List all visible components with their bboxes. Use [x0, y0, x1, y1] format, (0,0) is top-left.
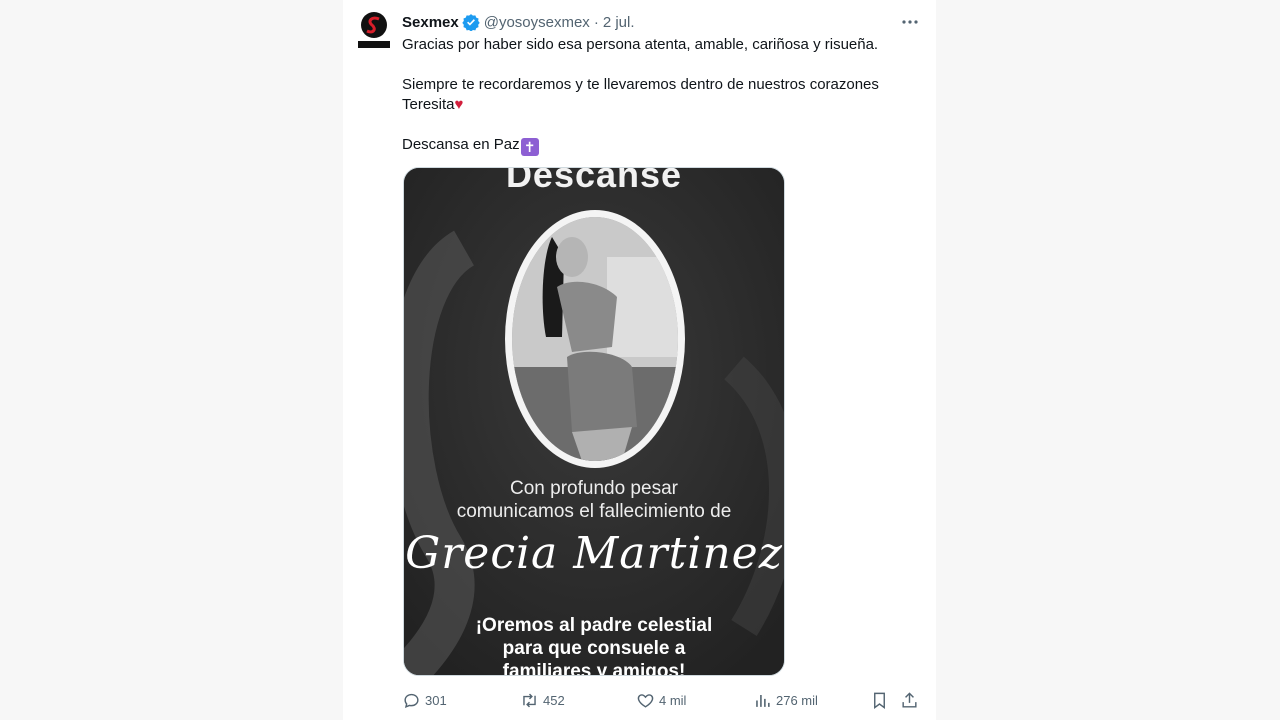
portrait-frame — [505, 210, 685, 468]
more-options-button[interactable] — [898, 10, 922, 34]
left-background — [0, 0, 343, 720]
image-line-1: Con profundo pesar — [510, 478, 678, 499]
image-name: Grecia Martinez — [405, 528, 783, 579]
image-line-2: comunicamos el fallecimiento de — [456, 501, 732, 522]
text-line-3: Teresita♥ — [402, 96, 464, 113]
text-line-4: Descansa en Paz ✝ — [402, 135, 922, 156]
repost-button[interactable]: 452 — [520, 688, 565, 712]
views-button[interactable]: 276 mil — [753, 688, 818, 712]
repost-icon — [523, 693, 536, 707]
like-count: 4 mil — [659, 692, 687, 708]
separator-dot: · — [593, 13, 599, 31]
author-name[interactable]: Sexmex — [402, 14, 459, 31]
author-handle[interactable]: @yosoysexmex — [484, 14, 590, 31]
reply-count: 301 — [425, 692, 447, 708]
heart-icon — [637, 693, 654, 708]
tweet-text: Gracias por haber sido esa persona atent… — [402, 35, 922, 156]
tweet-actions: 301 452 4 mil 276 mil — [402, 688, 922, 712]
image-title: Descanse — [505, 167, 683, 195]
text-line-1: Gracias por haber sido esa persona atent… — [402, 36, 879, 53]
tweet-date[interactable]: 2 jul. — [603, 14, 635, 31]
right-background — [936, 0, 1280, 720]
views-icon — [756, 694, 770, 707]
prayer-line-3: familiares y amigos! — [502, 661, 686, 676]
prayer-line-2: para que consuele a — [502, 638, 686, 659]
reply-icon — [404, 693, 419, 708]
portrait-photo — [512, 217, 678, 461]
bookmark-icon — [874, 692, 885, 709]
image-prayer: ¡Oremos al padre celestial para que cons… — [404, 614, 784, 676]
tweet-image[interactable]: Descanse Con profundo pesar comunicamos … — [403, 167, 785, 676]
avatar[interactable] — [357, 10, 391, 50]
bookmark-button[interactable] — [870, 688, 893, 712]
verified-badge-icon — [462, 14, 480, 31]
more-horizontal-icon — [902, 20, 918, 24]
reply-button[interactable]: 301 — [402, 688, 447, 712]
share-icon — [902, 691, 917, 708]
prayer-line-1: ¡Oremos al padre celestial — [475, 615, 713, 636]
tweet-card[interactable]: Sexmex @yosoysexmex · 2 jul. Gracias por… — [343, 0, 936, 720]
like-button[interactable]: 4 mil — [636, 688, 686, 712]
tweet-header: Sexmex @yosoysexmex · 2 jul. — [402, 12, 635, 32]
cross-emoji: ✝ — [520, 138, 539, 156]
view-count: 276 mil — [776, 692, 818, 708]
repost-count: 452 — [543, 692, 565, 708]
heart-emoji: ♥ — [454, 96, 464, 113]
text-line-2: Siempre te recordaremos y te llevaremos … — [402, 76, 879, 93]
share-button[interactable] — [900, 688, 923, 712]
